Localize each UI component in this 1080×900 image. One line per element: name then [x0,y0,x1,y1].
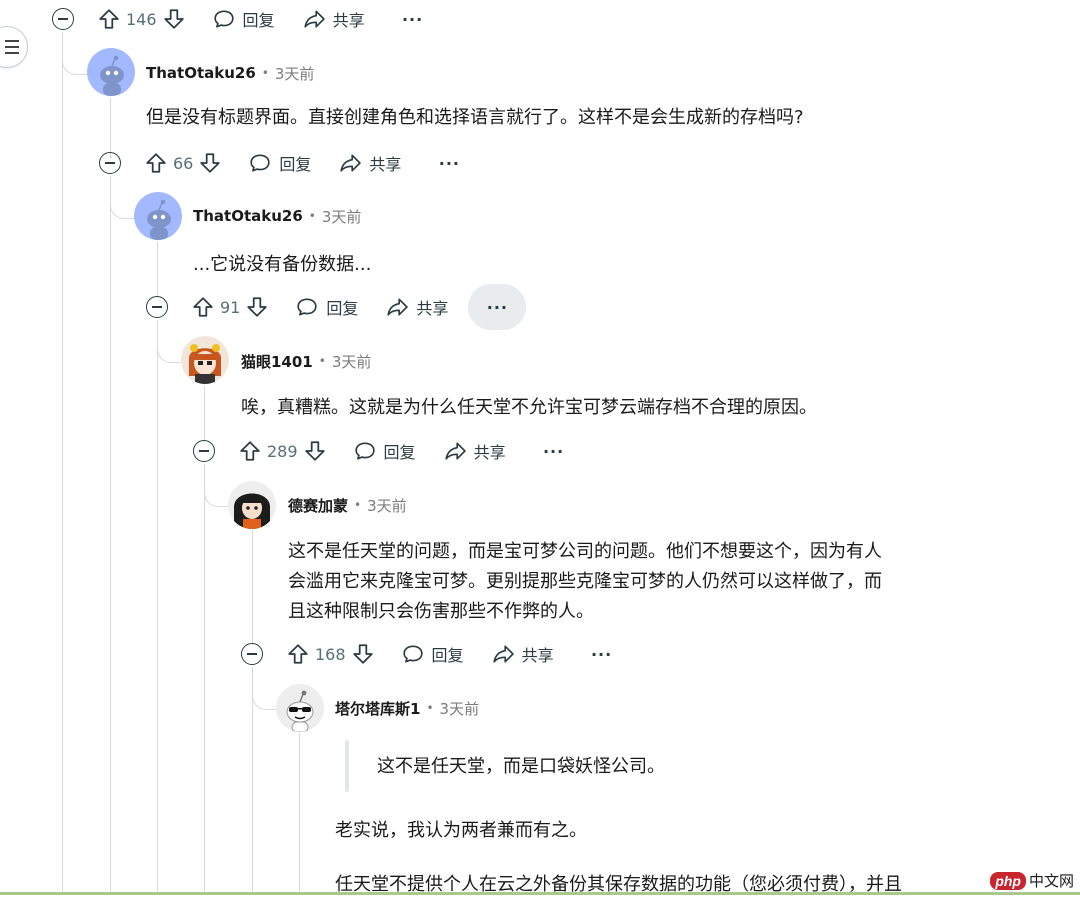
upvote-icon[interactable] [145,152,167,174]
reddit-avatar-icon [147,199,171,240]
more-icon: ··· [542,441,565,461]
upvote-icon[interactable] [98,8,120,30]
timestamp[interactable]: 3天前 [332,351,372,372]
upvote-icon[interactable] [287,643,309,665]
comment-actions: 91 回复 共享 ··· [146,284,527,330]
vote-control: 91 [192,296,268,318]
more-icon: ··· [438,153,460,173]
vote-control: 146 [98,8,185,30]
reply-button[interactable]: 回复 [402,642,464,666]
share-icon [303,10,325,28]
share-button[interactable]: 共享 [339,151,401,175]
reply-icon [354,442,375,460]
reply-icon [402,645,423,663]
reply-icon [297,298,317,316]
avatar[interactable] [134,192,182,240]
comment-body: ...它说没有备份数据... [193,254,372,275]
comment-body: 任天堂不提供个人在云之外备份其保存数据的功能（您必须付费），并且 [335,874,902,895]
upvote-icon[interactable] [192,296,214,318]
vote-score: 91 [220,297,241,317]
username[interactable]: 德赛加蒙 [288,495,348,516]
avatar[interactable] [87,48,135,96]
comment-line: 会滥用它来克隆宝可梦。更别提那些克隆宝可梦的人仍然可以这样做了，而 [288,571,882,592]
blockquote-text: 这不是任天堂，而是口袋妖怪公司。 [377,756,665,777]
avatar[interactable] [181,336,229,384]
comment-body: 老实说，我认为两者兼而有之。 [335,820,587,841]
comment-actions: 66 回复 共享 ··· [99,147,469,179]
more-options-button[interactable]: ··· [429,147,469,179]
comment-meta: 猫眼1401 • 3天前 [241,351,372,372]
collapse-icon[interactable] [52,8,74,30]
more-icon: ··· [486,297,508,317]
collapse-icon[interactable] [99,152,121,174]
username[interactable]: 猫眼1401 [241,351,313,372]
collapse-icon[interactable] [241,643,263,665]
more-icon: ··· [590,644,613,664]
downvote-icon[interactable] [163,8,185,30]
timestamp[interactable]: 3天前 [322,206,362,227]
share-button[interactable]: 共享 [303,7,365,31]
menu-icon [5,38,19,56]
downvote-icon[interactable] [352,643,374,665]
downvote-icon[interactable] [246,296,268,318]
comment-line: 这不是任天堂的问题，而是宝可梦公司的问题。他们不想要这个，因为有人 [288,541,882,562]
share-icon [340,154,362,172]
site-watermark: php 中文网 [990,870,1074,891]
vote-score: 168 [315,644,346,664]
comment-actions: 168 回复 共享 ··· [241,638,622,670]
timestamp[interactable]: 3天前 [440,698,480,719]
reply-button[interactable]: 回复 [213,7,275,31]
downvote-icon[interactable] [304,440,326,462]
vote-score: 289 [267,441,298,461]
downvote-icon[interactable] [199,152,221,174]
comment-meta: 德赛加蒙 • 3天前 [288,495,407,516]
comment-line: 且这种限制只会伤害那些不作弊的人。 [288,601,594,622]
share-button[interactable]: 共享 [444,439,506,463]
share-icon [387,298,409,316]
comment-body: 但是没有标题界面。直接创建角色和选择语言就行了。这样不是会生成新的存档吗? [146,107,804,128]
reply-button[interactable]: 回复 [354,439,416,463]
share-button[interactable]: 共享 [386,295,448,319]
vote-control: 168 [287,643,374,665]
share-icon [444,442,466,460]
share-icon [492,645,514,663]
sunglasses-avatar-icon [286,690,314,732]
username[interactable]: ThatOtaku26 [146,64,256,82]
comment-actions: 289 回复 共享 ··· [193,435,574,467]
comment-body: 这不是任天堂的问题，而是宝可梦公司的问题。他们不想要这个，因为有人 会滥用它来克… [288,537,882,627]
avatar[interactable] [276,684,324,732]
reddit-avatar-icon [100,55,124,96]
vote-control: 289 [239,440,326,462]
comment-meta: ThatOtaku26 • 3天前 [193,206,362,227]
username[interactable]: 塔尔塔库斯1 [335,698,420,719]
more-icon: ··· [401,9,424,29]
reply-button[interactable]: 回复 [296,295,358,319]
comment-meta: 塔尔塔库斯1 • 3天前 [335,698,480,719]
anime-avatar-icon [189,344,221,384]
upvote-icon[interactable] [239,440,261,462]
more-options-button[interactable]: ··· [468,284,527,330]
collapse-icon[interactable] [193,440,215,462]
vote-score: 146 [126,9,157,29]
timestamp[interactable]: 3天前 [275,63,315,84]
timestamp[interactable]: 3天前 [367,495,407,516]
sidebar-menu-button[interactable] [0,26,28,68]
username[interactable]: ThatOtaku26 [193,207,303,225]
vote-control: 66 [145,152,221,174]
reply-button[interactable]: 回复 [249,151,311,175]
avatar[interactable] [228,481,276,529]
collapse-icon[interactable] [146,296,168,318]
comment-body: 唉，真糟糕。这就是为什么任天堂不允许宝可梦云端存档不合理的原因。 [241,397,817,418]
reply-icon [213,10,234,28]
comment-meta: ThatOtaku26 • 3天前 [146,63,315,84]
more-options-button[interactable]: ··· [582,638,622,670]
more-options-button[interactable]: ··· [534,435,574,467]
blockquote-bar [345,740,349,792]
vote-score: 66 [173,153,194,173]
more-options-button[interactable]: ··· [393,3,433,35]
comment-actions: 146 回复 共享 ··· [52,3,433,35]
share-button[interactable]: 共享 [492,642,554,666]
anime-avatar-icon [234,493,270,529]
reply-icon [250,154,270,172]
